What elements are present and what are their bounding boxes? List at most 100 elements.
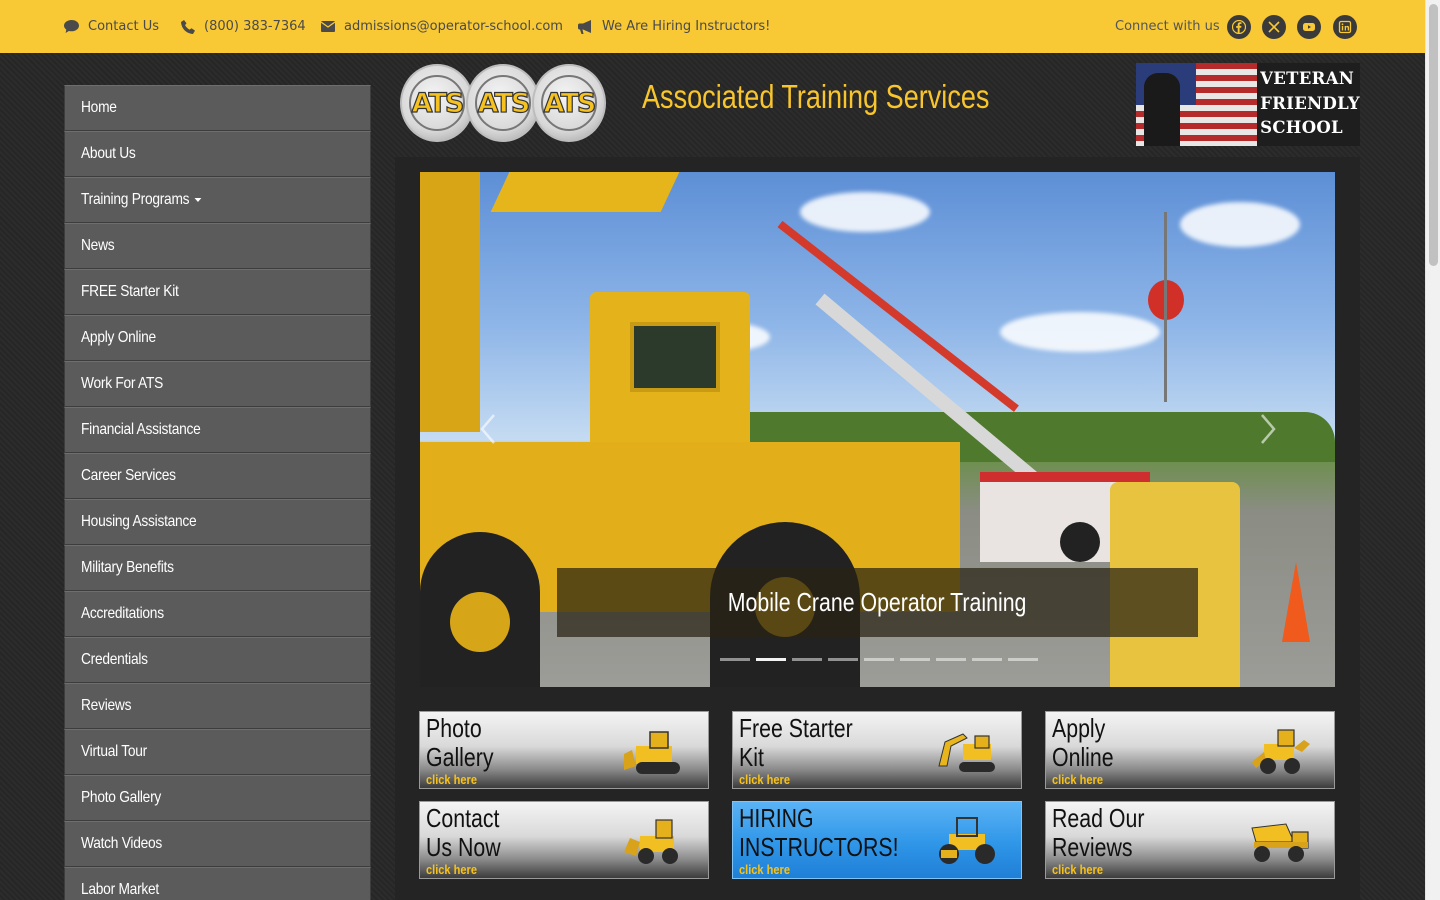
- logo-badge-crane-operator: ATS: [532, 64, 606, 142]
- carousel-indicator[interactable]: [1008, 658, 1038, 661]
- page-scrollbar[interactable]: [1425, 0, 1440, 900]
- phone-number: (800) 383-7364: [204, 19, 306, 34]
- sidebar-item-label: Photo Gallery: [81, 789, 162, 806]
- hiring-link[interactable]: We Are Hiring Instructors!: [578, 0, 770, 53]
- sidebar-item-financial-assistance[interactable]: Financial Assistance: [64, 407, 371, 453]
- tile-click-here: click here: [739, 772, 790, 787]
- sidebar-item-reviews[interactable]: Reviews: [64, 683, 371, 729]
- sidebar-item-career-services[interactable]: Career Services: [64, 453, 371, 499]
- sidebar-item-label: Home: [81, 99, 117, 116]
- sidebar-item-label: FREE Starter Kit: [81, 283, 179, 300]
- scrollbar-thumb[interactable]: [1429, 4, 1438, 266]
- carousel-indicator[interactable]: [900, 658, 930, 661]
- tile-click-here: click here: [426, 772, 477, 787]
- sidebar-item-label: Military Benefits: [81, 559, 174, 576]
- carousel-prev-icon[interactable]: [478, 413, 498, 445]
- top-bar: Contact Us (800) 383-7364 admissions@ope…: [0, 0, 1425, 53]
- sidebar-item-label: Financial Assistance: [81, 421, 201, 438]
- contact-us-tile[interactable]: Contact Us Now click here: [419, 801, 709, 879]
- carousel-caption: Mobile Crane Operator Training: [557, 568, 1198, 637]
- sidebar-item-label: About Us: [81, 145, 136, 162]
- sidebar-item-labor-market[interactable]: Labor Market: [64, 867, 371, 900]
- tile-title: Read Our Reviews: [1052, 803, 1145, 862]
- sidebar-item-label: Work For ATS: [81, 375, 164, 392]
- sidebar-item-military-benefits[interactable]: Military Benefits: [64, 545, 371, 591]
- roller-icon: [939, 817, 995, 864]
- dump-truck-icon: [1251, 823, 1309, 862]
- hiring-link-label: We Are Hiring Instructors!: [602, 19, 771, 34]
- contact-link-label: Contact Us: [88, 19, 159, 34]
- sidebar-item-label: Virtual Tour: [81, 743, 148, 760]
- sidebar-item-label: Watch Videos: [81, 835, 163, 852]
- read-reviews-tile[interactable]: Read Our Reviews click here: [1045, 801, 1335, 879]
- sidebar-item-label: Apply Online: [81, 329, 156, 346]
- carousel-indicator[interactable]: [792, 658, 822, 661]
- carousel-indicator[interactable]: [972, 658, 1002, 661]
- tile-click-here: click here: [1052, 862, 1103, 877]
- sidebar-item-home[interactable]: Home: [64, 85, 371, 131]
- email-address: admissions@operator-school.com: [344, 19, 563, 34]
- sidebar-item-virtual-tour[interactable]: Virtual Tour: [64, 729, 371, 775]
- sidebar-item-label: Reviews: [81, 697, 132, 714]
- tile-click-here: click here: [426, 862, 477, 877]
- x-twitter-icon[interactable]: [1262, 15, 1286, 39]
- carousel-indicator-active[interactable]: [756, 658, 786, 661]
- apply-online-tile[interactable]: Apply Online click here: [1045, 711, 1335, 789]
- wheel-loader-icon: [624, 819, 678, 864]
- email-link[interactable]: admissions@operator-school.com: [321, 0, 563, 53]
- sidebar-item-credentials[interactable]: Credentials: [64, 637, 371, 683]
- tile-title: Contact Us Now: [426, 803, 501, 862]
- sidebar-item-training-programs[interactable]: Training Programs: [64, 177, 371, 223]
- sidebar-item-about-us[interactable]: About Us: [64, 131, 371, 177]
- bulldozer-icon: [624, 731, 680, 774]
- carousel-indicator[interactable]: [828, 658, 858, 661]
- site-logo[interactable]: ATS ATS ATS: [400, 64, 606, 142]
- sidebar-item-work-for-ats[interactable]: Work For ATS: [64, 361, 371, 407]
- youtube-icon[interactable]: [1297, 15, 1321, 39]
- sidebar-item-label: Housing Assistance: [81, 513, 197, 530]
- tile-title: HIRING INSTRUCTORS!: [739, 803, 899, 862]
- badge-line: VETERAN: [1260, 69, 1355, 88]
- sidebar-item-apply-online[interactable]: Apply Online: [64, 315, 371, 361]
- tile-title: Photo Gallery: [426, 713, 494, 772]
- carousel-next-icon[interactable]: [1258, 413, 1278, 445]
- site-title[interactable]: Associated Training Services: [642, 78, 989, 116]
- free-starter-kit-tile[interactable]: Free Starter Kit click here: [732, 711, 1022, 789]
- sidebar-item-label: News: [81, 237, 115, 254]
- megaphone-icon: [578, 19, 591, 34]
- hiring-instructors-tile[interactable]: HIRING INSTRUCTORS! click here: [732, 801, 1022, 879]
- linkedin-icon[interactable]: [1333, 15, 1357, 39]
- sidebar-item-watch-videos[interactable]: Watch Videos: [64, 821, 371, 867]
- sidebar-item-label: Labor Market: [81, 881, 159, 898]
- logo-badge-commercial-driver: ATS: [466, 64, 540, 142]
- tile-click-here: click here: [739, 862, 790, 877]
- phone-link[interactable]: (800) 383-7364: [181, 0, 306, 53]
- badge-line: FRIENDLY: [1260, 93, 1360, 113]
- flag-saluting-soldier-image: [1136, 63, 1258, 146]
- excavator-icon: [938, 733, 995, 772]
- sidebar-item-label: Career Services: [81, 467, 176, 484]
- connect-label: Connect with us: [1115, 19, 1220, 34]
- facebook-icon[interactable]: [1227, 15, 1251, 39]
- contact-link[interactable]: Contact Us: [64, 0, 159, 53]
- carousel-caption-text: Mobile Crane Operator Training: [728, 587, 1027, 617]
- sidebar-item-label: Credentials: [81, 651, 148, 668]
- sidebar-item-label: Accreditations: [81, 605, 164, 622]
- carousel-indicator[interactable]: [936, 658, 966, 661]
- sidebar-item-housing-assistance[interactable]: Housing Assistance: [64, 499, 371, 545]
- carousel-indicator[interactable]: [864, 658, 894, 661]
- caret-down-icon: [194, 197, 202, 202]
- sidebar-item-label: Training Programs: [81, 191, 190, 208]
- logo-badge-heavy-equipment: ATS: [400, 64, 474, 142]
- sidebar-nav: Home About Us Training Programs News FRE…: [64, 85, 371, 900]
- sidebar-item-accreditations[interactable]: Accreditations: [64, 591, 371, 637]
- badge-line: SCHOOL: [1260, 118, 1343, 137]
- photo-gallery-tile[interactable]: Photo Gallery click here: [419, 711, 709, 789]
- carousel-indicator[interactable]: [720, 658, 750, 661]
- veteran-friendly-badge: VETERAN FRIENDLY SCHOOL: [1136, 63, 1360, 146]
- carousel-indicators: [720, 658, 1044, 661]
- sidebar-item-news[interactable]: News: [64, 223, 371, 269]
- sidebar-item-free-starter-kit[interactable]: FREE Starter Kit: [64, 269, 371, 315]
- tile-click-here: click here: [1052, 772, 1103, 787]
- sidebar-item-photo-gallery[interactable]: Photo Gallery: [64, 775, 371, 821]
